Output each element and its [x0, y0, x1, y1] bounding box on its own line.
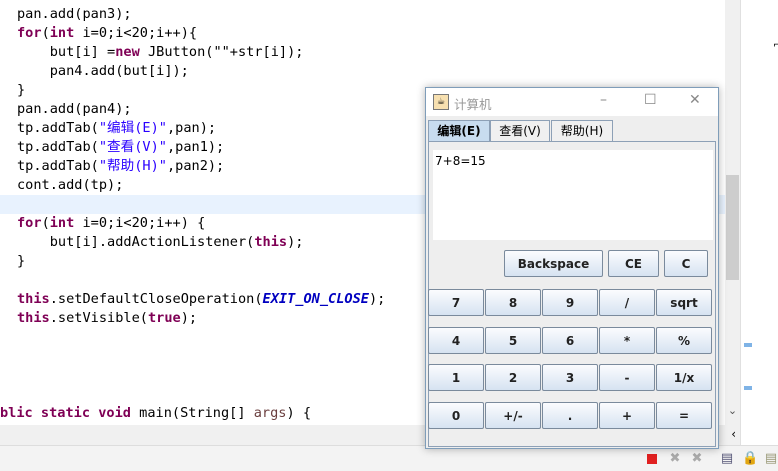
overview-ruler: ⌐ — [740, 0, 778, 450]
key-8-button[interactable]: 8 — [485, 289, 541, 316]
close-button[interactable]: ✕ — [689, 92, 701, 108]
marker[interactable] — [744, 386, 752, 390]
minimize-button[interactable]: – — [600, 92, 607, 108]
code-token: ) { — [286, 405, 312, 421]
code-token: this — [17, 310, 50, 326]
code-token: but[i] = — [17, 44, 116, 60]
calculator-window: ☕ 计算机 – ☐ ✕ 编辑(E) 查看(V) 帮助(H) 7+8=15 Bac… — [425, 87, 719, 449]
key-4-button[interactable]: 4 — [428, 327, 484, 354]
scroll-left-icon[interactable]: ‹ — [731, 427, 736, 441]
code-token: this — [17, 291, 50, 307]
key-9-button[interactable]: 9 — [542, 289, 598, 316]
code-token: JButton(""+str[i]); — [139, 44, 304, 60]
remove-all-icon[interactable]: ✖ — [690, 452, 704, 466]
c-button[interactable]: C — [664, 250, 708, 277]
word-wrap-icon[interactable]: ▤ — [764, 452, 778, 466]
window-title: 计算机 — [454, 97, 492, 112]
code-line: pan.add(pan3); — [0, 5, 725, 24]
code-line: pan4.add(but[i]); — [0, 62, 725, 81]
tab-view[interactable]: 查看(V) — [490, 120, 550, 142]
key-5-button[interactable]: 5 — [485, 327, 541, 354]
key-plus-button[interactable]: + — [599, 402, 655, 429]
tab-panel: 7+8=15 Backspace CE C 7 8 9/sqrt 4 5 6 *% 1 2 3-1… — [428, 141, 716, 447]
marker[interactable] — [744, 343, 752, 347]
code-token: ,pan2); — [166, 158, 225, 174]
code-token: pan.add(pan4); — [17, 101, 132, 117]
code-token: i=0;i<20;i++){ — [74, 25, 198, 41]
key-multiply-button[interactable]: * — [599, 327, 655, 354]
key-6-button[interactable]: 6 — [542, 327, 598, 354]
key-2-button[interactable]: 2 — [485, 364, 541, 391]
maximize-button[interactable]: ☐ — [644, 92, 657, 108]
code-token: static — [40, 405, 91, 421]
code-token: "帮助(H)" — [98, 158, 167, 174]
code-token: but[i].addActionListener( — [17, 234, 255, 250]
clear-console-icon[interactable]: ▤ — [720, 452, 734, 466]
code-token: } — [17, 253, 26, 269]
code-token: main(String[] — [130, 405, 254, 421]
code-token: for — [17, 215, 42, 231]
key-0-button[interactable]: 0 — [428, 402, 484, 429]
scroll-down-icon[interactable]: ⌄ — [725, 404, 740, 417]
scrollbar-thumb[interactable] — [726, 175, 739, 280]
code-token: new — [115, 44, 140, 60]
code-token: .setVisible( — [49, 310, 148, 326]
vertical-scrollbar[interactable] — [725, 0, 740, 425]
key-reciprocal-button[interactable]: 1/x — [656, 364, 712, 391]
collapse-icon[interactable]: ⌐ — [773, 40, 778, 51]
key-negate-button[interactable]: +/- — [485, 402, 541, 429]
code-token: ( — [41, 215, 50, 231]
code-token: this — [254, 234, 288, 250]
code-token: blic — [0, 405, 41, 421]
java-icon: ☕ — [433, 94, 449, 110]
key-7-button[interactable]: 7 — [428, 289, 484, 316]
code-token: pan4.add(but[i]); — [17, 63, 189, 79]
code-token: ( — [41, 25, 50, 41]
code-token: void — [98, 405, 131, 421]
code-token: EXIT_ON_CLOSE — [262, 291, 369, 307]
code-line: for(int i=0;i<20;i++){ — [0, 24, 725, 43]
code-token: } — [17, 82, 26, 98]
tab-help[interactable]: 帮助(H) — [551, 120, 613, 142]
code-token: "查看(V)" — [98, 139, 167, 155]
key-minus-button[interactable]: - — [599, 364, 655, 391]
scroll-lock-icon[interactable]: 🔒 — [742, 452, 758, 466]
code-token: true — [147, 310, 181, 326]
display-area[interactable]: 7+8=15 — [433, 150, 713, 240]
code-token: ); — [287, 234, 304, 250]
code-token: .setDefaultCloseOperation( — [49, 291, 263, 307]
key-divide-button[interactable]: / — [599, 289, 655, 316]
key-percent-button[interactable]: % — [656, 327, 712, 354]
title-bar[interactable]: ☕ 计算机 – ☐ ✕ — [426, 88, 718, 116]
ce-button[interactable]: CE — [608, 250, 659, 277]
key-sqrt-button[interactable]: sqrt — [656, 289, 712, 316]
code-token: args — [253, 405, 287, 421]
code-token: cont.add(tp); — [17, 177, 124, 193]
code-token: pan.add(pan3); — [17, 6, 132, 22]
code-token: tp.addTab( — [17, 139, 99, 155]
code-token: i=0;i<20;i++) { — [74, 215, 206, 231]
code-token: ,pan1); — [166, 139, 225, 155]
tab-edit[interactable]: 编辑(E) — [428, 120, 490, 142]
code-token: ,pan); — [166, 120, 217, 136]
code-line: but[i] =new JButton(""+str[i]); — [0, 43, 725, 62]
code-token: ); — [368, 291, 386, 307]
key-decimal-button[interactable]: . — [542, 402, 598, 429]
code-token: tp.addTab( — [17, 158, 99, 174]
code-token: "编辑(E)" — [98, 120, 167, 136]
terminate-icon[interactable] — [647, 454, 657, 464]
key-equals-button[interactable]: = — [656, 402, 712, 429]
code-token: for — [17, 25, 42, 41]
code-token: int — [49, 215, 75, 231]
key-3-button[interactable]: 3 — [542, 364, 598, 391]
code-token: int — [49, 25, 75, 41]
remove-launch-icon[interactable]: ✖ — [668, 452, 682, 466]
key-1-button[interactable]: 1 — [428, 364, 484, 391]
code-token: tp.addTab( — [17, 120, 99, 136]
backspace-button[interactable]: Backspace — [504, 250, 603, 277]
code-token: ); — [180, 310, 198, 326]
